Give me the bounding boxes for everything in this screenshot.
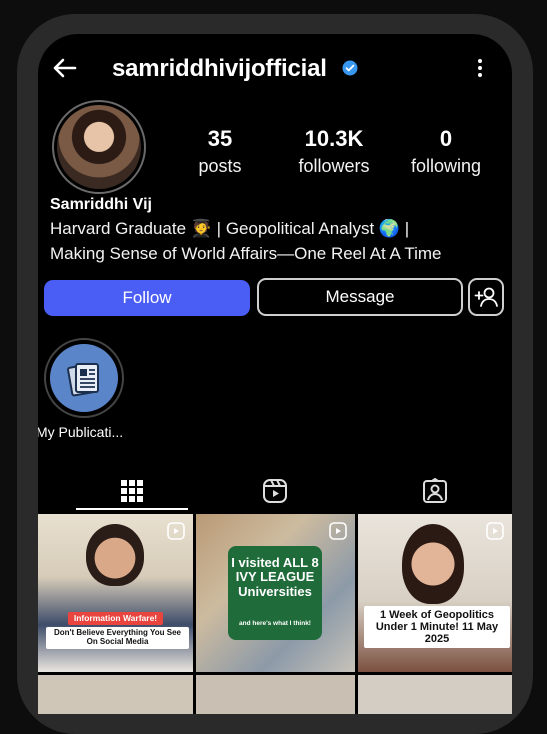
followers-label: followers — [298, 156, 370, 176]
tagged-icon — [423, 478, 447, 503]
post-thumbnail[interactable]: 1 Week of Geopolitics Under 1 Minute! 11… — [358, 514, 512, 672]
active-tab-indicator — [76, 508, 188, 510]
post-caption: Don't Believe Everything You See On Soci… — [46, 627, 189, 649]
more-options-icon[interactable] — [470, 56, 490, 80]
post-thumbnail[interactable] — [358, 675, 512, 714]
following-stat[interactable]: 0 following — [396, 126, 496, 177]
tab-tagged[interactable] — [360, 470, 510, 512]
suggest-people-button[interactable] — [468, 278, 504, 316]
highlight-label: My Publicati... — [38, 424, 124, 440]
following-count: 0 — [439, 126, 453, 151]
post-caption: 1 Week of Geopolitics Under 1 Minute! 11… — [364, 606, 510, 649]
posts-count: 35 — [207, 126, 233, 151]
bio-line-2: Making Sense of World Affairs—One Reel A… — [50, 244, 442, 263]
posts-stat[interactable]: 35 posts — [170, 126, 270, 177]
post-thumbnail[interactable]: Information Warfare! Don't Believe Every… — [38, 514, 193, 672]
reel-indicator-icon — [486, 522, 504, 540]
follow-button[interactable]: Follow — [44, 280, 250, 316]
post-thumbnail[interactable]: I visited ALL 8 IVY LEAGUE Universities … — [196, 514, 355, 672]
tab-posts-grid[interactable] — [57, 470, 207, 512]
highlight-cover — [50, 344, 118, 412]
post-badge: Information Warfare! — [68, 612, 163, 626]
verified-badge-icon — [342, 60, 358, 76]
story-highlight[interactable] — [44, 338, 124, 418]
avatar-photo — [57, 105, 141, 189]
profile-username: samriddhivijofficial — [112, 55, 327, 82]
post-person — [86, 524, 144, 586]
newspaper-icon — [67, 363, 99, 397]
profile-avatar[interactable] — [52, 100, 146, 194]
bio-line-1: Harvard Graduate 🧑‍🎓 | Geopolitical Anal… — [50, 219, 410, 238]
followers-count: 10.3K — [304, 126, 364, 151]
message-button[interactable]: Message — [257, 278, 463, 316]
add-person-icon — [474, 287, 498, 307]
content-tabs — [38, 470, 512, 512]
post-person — [402, 524, 464, 604]
grid-icon — [121, 480, 143, 502]
posts-label: posts — [198, 156, 242, 176]
post-thumbnail[interactable] — [196, 675, 355, 714]
reel-indicator-icon — [167, 522, 185, 540]
post-thumbnail[interactable] — [38, 675, 193, 714]
back-arrow-icon[interactable] — [50, 54, 78, 82]
profile-screen: samriddhivijofficial 35 posts 10.3K foll… — [38, 34, 512, 714]
tab-reels[interactable] — [200, 470, 350, 512]
display-name: Samriddhi Vij — [50, 196, 152, 213]
reel-indicator-icon — [329, 522, 347, 540]
reels-icon — [263, 479, 287, 503]
following-label: following — [410, 156, 482, 176]
followers-stat[interactable]: 10.3K followers — [282, 126, 386, 177]
post-subcaption: and here's what I think! — [239, 620, 311, 627]
